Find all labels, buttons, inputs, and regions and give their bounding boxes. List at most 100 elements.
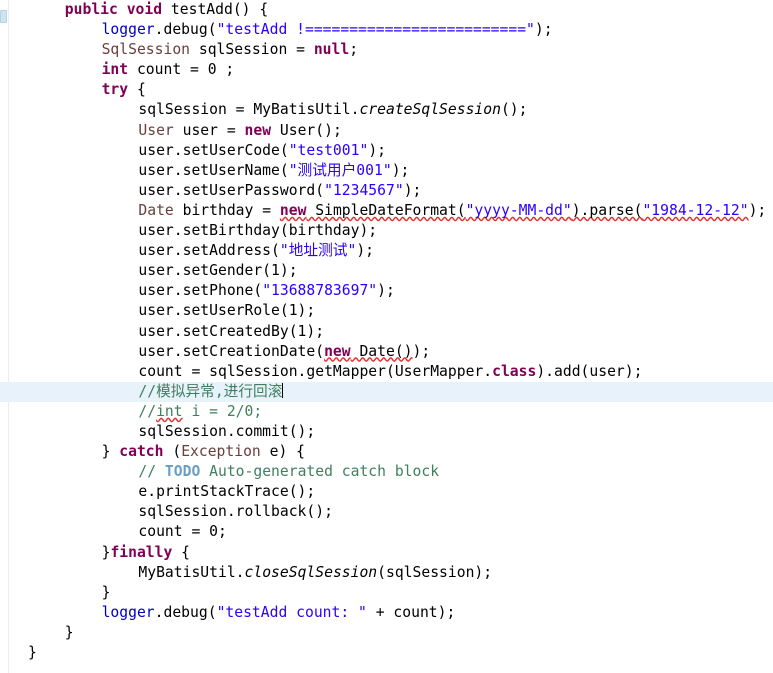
code-token: e.printStackTrace(); [138, 483, 316, 501]
code-line[interactable]: logger.debug("testAdd !=================… [0, 20, 773, 40]
code-token: + count); [366, 603, 456, 621]
code-line[interactable]: user.setPhone("13688783697"); [0, 281, 773, 301]
code-token: sqlSession = MyBatisUtil. [138, 101, 360, 119]
code-token: "1234567" [324, 181, 404, 199]
code-line[interactable]: count = 0; [0, 522, 773, 542]
code-token: user.setCreatedBy(1); [138, 322, 325, 340]
code-token: e) { [260, 443, 305, 461]
code-token: i = 2/0; [182, 402, 263, 420]
code-token: .debug( [154, 21, 217, 39]
code-line[interactable]: MyBatisUtil.closeSqlSession(sqlSession); [0, 563, 773, 583]
code-token: "地址测试" [279, 242, 357, 260]
code-token: ); [368, 141, 386, 159]
code-token: "testAdd !=========================" [216, 21, 535, 39]
code-token: public [64, 1, 118, 18]
code-line[interactable]: } [0, 583, 773, 603]
code-token: user.setBirthday(birthday); [138, 222, 378, 240]
code-line[interactable]: try { [0, 80, 773, 100]
code-token: user.setUserPassword( [138, 181, 325, 199]
code-line[interactable]: } catch (Exception e) { [0, 442, 773, 462]
code-token: } [64, 623, 74, 641]
code-token: user.setGender(1); [138, 262, 298, 280]
code-token: (); [500, 101, 528, 119]
code-token: SqlSession [101, 41, 191, 59]
code-token: catch [119, 443, 164, 461]
code-token: ); [356, 242, 374, 260]
code-token: "testAdd count: " [216, 603, 367, 621]
code-token: logger [101, 21, 155, 39]
code-token: finally [110, 543, 173, 561]
code-line[interactable]: //模拟异常,进行回滚 [0, 381, 773, 402]
code-token: ( [163, 443, 182, 461]
code-line[interactable]: user.setBirthday(birthday); [0, 221, 773, 241]
code-line[interactable]: // TODO Auto-generated catch block [0, 462, 773, 482]
code-line[interactable]: int count = 0 ; [0, 60, 773, 80]
code-token: "13688783697" [262, 282, 378, 300]
code-token: ; [349, 41, 359, 59]
code-token: closeSqlSession [244, 563, 378, 581]
code-content-area[interactable]: public void testAdd() {logger.debug("tes… [0, 0, 773, 673]
code-line[interactable]: user.setUserPassword("1234567"); [0, 181, 773, 201]
code-token: //模拟异常,进行回滚 [138, 382, 283, 400]
code-token: user.setUserRole(1); [138, 302, 316, 320]
code-token: User [138, 121, 174, 139]
code-token: "yyyy-MM-dd" [465, 201, 572, 219]
code-line[interactable]: user.setCreatedBy(1); [0, 322, 773, 342]
code-line[interactable]: SqlSession sqlSession = null; [0, 40, 773, 60]
code-line[interactable]: user.setUserName("测试用户001"); [0, 161, 773, 181]
code-line[interactable]: } [0, 623, 773, 643]
code-token: user.setAddress( [138, 242, 280, 260]
code-token: ); [391, 161, 410, 179]
code-token: ); [534, 21, 553, 39]
code-line[interactable]: Date birthday = new SimpleDateFormat("yy… [0, 201, 773, 221]
code-line[interactable]: user.setCreationDate(new Date()); [0, 342, 773, 362]
code-token: try [101, 81, 129, 99]
code-token: birthday = [173, 201, 280, 219]
code-token: "test001" [288, 141, 369, 159]
code-line[interactable]: user.setGender(1); [0, 261, 773, 281]
code-token: MyBatisUtil. [138, 563, 245, 581]
code-token: user.setCreationDate( [138, 342, 325, 360]
code-token: ); [403, 181, 422, 199]
code-line[interactable]: //int i = 2/0; [0, 402, 773, 422]
code-token: user = [173, 121, 245, 139]
code-line[interactable]: }finally { [0, 543, 773, 563]
code-token: null [313, 41, 350, 59]
code-line[interactable]: sqlSession = MyBatisUtil.createSqlSessio… [0, 100, 773, 120]
code-token: testAdd() { [162, 1, 269, 18]
code-line[interactable]: } [0, 643, 773, 663]
code-token: } [101, 443, 120, 461]
code-line[interactable]: user.setUserRole(1); [0, 301, 773, 321]
code-line[interactable]: user.setUserCode("test001"); [0, 141, 773, 161]
code-token: Date [138, 201, 174, 219]
code-token: new [244, 121, 272, 139]
code-line[interactable]: public void testAdd() { [0, 0, 773, 20]
code-token: count = sqlSession.getMapper(UserMapper. [138, 362, 493, 380]
code-token: createSqlSession [359, 101, 501, 119]
code-token: ).add(user); [536, 362, 643, 380]
code-token: .debug( [154, 603, 217, 621]
code-token: sqlSession.rollback(); [138, 503, 333, 521]
code-line[interactable]: User user = new User(); [0, 121, 773, 141]
code-token: { [172, 543, 191, 561]
code-line[interactable]: user.setAddress("地址测试"); [0, 241, 773, 261]
code-token: sqlSession = [190, 41, 314, 59]
code-token: count = 0; [138, 523, 227, 541]
code-token: sqlSession.commit(); [138, 422, 316, 440]
code-line[interactable]: e.printStackTrace(); [0, 482, 773, 502]
code-editor[interactable]: public void testAdd() {logger.debug("tes… [0, 0, 773, 673]
code-token: } [28, 644, 37, 661]
code-token: int [156, 402, 183, 420]
code-line[interactable]: logger.debug("testAdd count: " + count); [0, 603, 773, 623]
code-token: Exception [181, 443, 261, 461]
code-line[interactable]: sqlSession.commit(); [0, 422, 773, 442]
code-line[interactable]: sqlSession.rollback(); [0, 502, 773, 522]
code-token: SimpleDateFormat( [306, 201, 466, 219]
code-token: User(); [271, 121, 342, 139]
code-line[interactable]: count = sqlSession.getMapper(UserMapper.… [0, 362, 773, 382]
code-token: new [279, 201, 307, 219]
code-token: user.setUserCode( [138, 141, 289, 159]
code-token: Date() [350, 342, 413, 360]
code-token: ); [748, 201, 767, 219]
